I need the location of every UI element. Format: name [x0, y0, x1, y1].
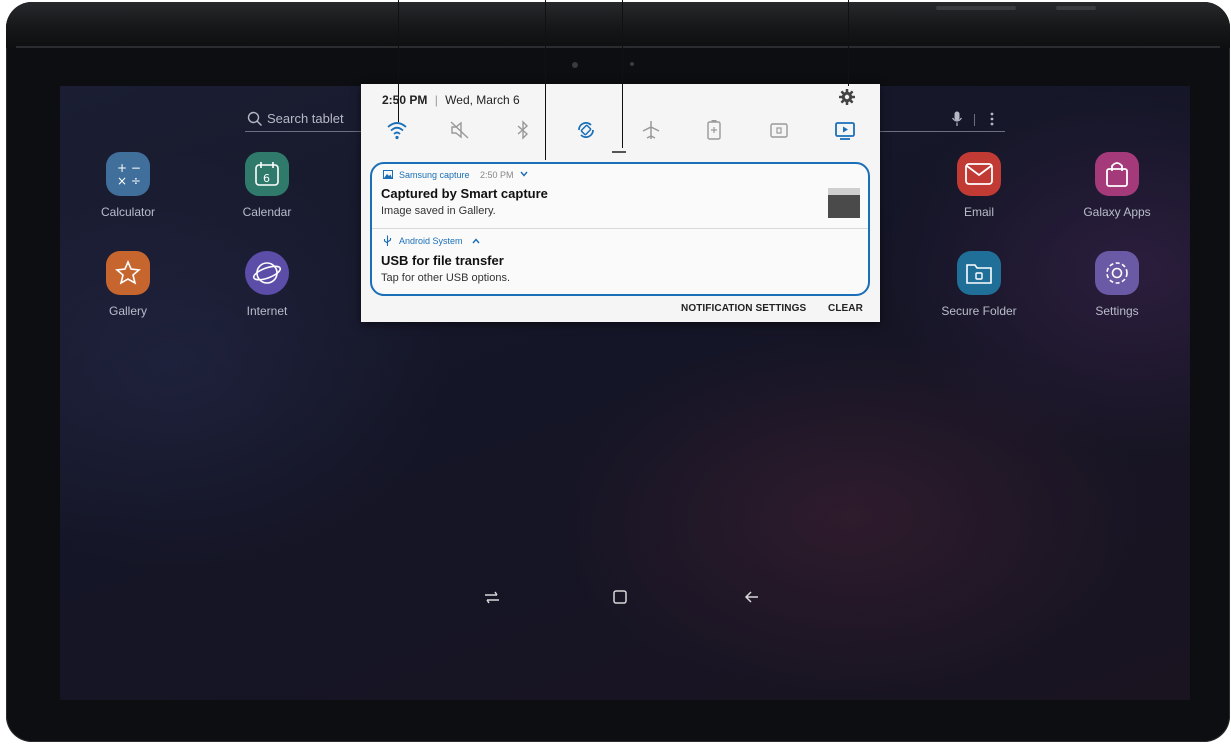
smart-view-icon[interactable] — [833, 118, 857, 142]
bluetooth-icon[interactable] — [511, 118, 535, 142]
notification-title: Captured by Smart capture — [381, 186, 548, 201]
app-calculator[interactable]: + − × ÷ Calculator — [73, 152, 183, 219]
wifi-icon[interactable] — [385, 118, 409, 142]
search-placeholder: Search tablet — [267, 111, 344, 126]
app-label: Email — [963, 205, 994, 219]
app-gallery[interactable]: Gallery — [73, 251, 183, 318]
notification-time: 2:50 PM — [480, 170, 514, 180]
notification-divider — [372, 228, 868, 229]
microphone-icon[interactable] — [951, 111, 963, 127]
calculator-icon: + − × ÷ — [106, 152, 150, 196]
date: Wed, March 6 — [445, 93, 520, 107]
airplane-icon[interactable] — [639, 118, 663, 142]
quick-settings-row — [361, 118, 880, 148]
sensor — [630, 62, 634, 66]
clear-button[interactable]: CLEAR — [828, 303, 863, 314]
notification-panel: 2:50 PM | Wed, March 6 Samsung capture 2… — [361, 84, 880, 322]
tablet-top-bezel — [6, 2, 1230, 48]
app-calendar[interactable]: 6 Calendar — [212, 152, 322, 219]
notification-settings-button[interactable]: NOTIFICATION SETTINGS — [681, 303, 806, 314]
date-separator: | — [434, 93, 438, 107]
app-internet[interactable]: Internet — [212, 251, 322, 318]
back-icon[interactable] — [742, 587, 762, 607]
svg-text:× ÷: × ÷ — [117, 174, 141, 188]
image-icon — [383, 170, 393, 179]
app-label: Secure Folder — [941, 304, 1017, 318]
chevron-down-icon[interactable] — [520, 171, 528, 177]
notification-title: USB for file transfer — [381, 253, 504, 268]
app-secure-folder[interactable]: Secure Folder — [924, 251, 1034, 318]
secure-folder-toggle-icon[interactable] — [767, 118, 791, 142]
search-separator — [974, 114, 975, 126]
email-icon — [957, 152, 1001, 196]
callout-line-notification — [545, 0, 546, 160]
secure-folder-icon — [957, 251, 1001, 295]
volume-button — [936, 6, 1016, 10]
app-label: Calculator — [100, 205, 156, 219]
notification-card-group: Samsung capture 2:50 PM Captured by Smar… — [370, 162, 870, 296]
gallery-icon — [106, 251, 150, 295]
mute-icon[interactable] — [448, 118, 472, 142]
clock: 2:50 PM — [382, 93, 428, 107]
callout-line-settings — [848, 0, 849, 86]
svg-text:+ −: + − — [117, 161, 141, 175]
panel-drag-handle[interactable] — [612, 151, 626, 153]
panel-datetime: 2:50 PM | Wed, March 6 — [382, 93, 520, 107]
more-options-icon[interactable] — [989, 111, 995, 127]
app-label: Settings — [1095, 304, 1139, 318]
screenshot-thumbnail — [828, 188, 860, 218]
front-camera — [572, 62, 578, 68]
recent-apps-icon[interactable] — [482, 587, 502, 607]
search-icon — [247, 111, 262, 126]
callout-line-handle — [622, 0, 623, 148]
app-email[interactable]: Email — [924, 152, 1034, 219]
notification-body: Image saved in Gallery. — [381, 205, 496, 217]
notification-body: Tap for other USB options. — [381, 272, 511, 284]
usb-icon — [383, 235, 392, 246]
svg-text:6: 6 — [263, 172, 270, 185]
app-label: Internet — [246, 304, 288, 318]
gear-icon[interactable] — [838, 88, 856, 106]
notification-app-name: Android System — [399, 236, 463, 246]
app-galaxy-apps[interactable]: Galaxy Apps — [1062, 152, 1172, 219]
chevron-up-icon[interactable] — [472, 238, 480, 244]
callout-line-wifi — [398, 0, 399, 122]
app-label: Calendar — [242, 205, 292, 219]
power-button — [1056, 6, 1096, 10]
auto-rotate-icon[interactable] — [574, 118, 598, 142]
settings-icon — [1095, 251, 1139, 295]
galaxy-apps-icon — [1095, 152, 1139, 196]
bezel-edge — [16, 46, 1220, 48]
internet-icon — [245, 251, 289, 295]
app-label: Gallery — [108, 304, 147, 318]
calendar-icon: 6 — [245, 152, 289, 196]
home-icon[interactable] — [610, 587, 630, 607]
power-saving-icon[interactable] — [702, 118, 726, 142]
notification-app-name: Samsung capture — [399, 170, 470, 180]
app-label: Galaxy Apps — [1083, 205, 1151, 219]
app-settings[interactable]: Settings — [1062, 251, 1172, 318]
